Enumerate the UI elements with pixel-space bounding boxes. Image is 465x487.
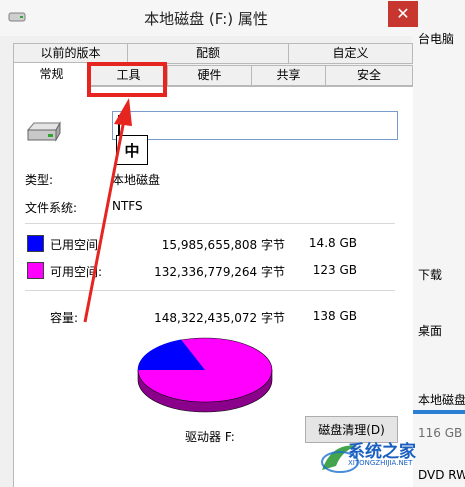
- watermark-site: XITONGZHIJIA.NET: [348, 459, 413, 467]
- annotation-arrow: [83, 98, 132, 323]
